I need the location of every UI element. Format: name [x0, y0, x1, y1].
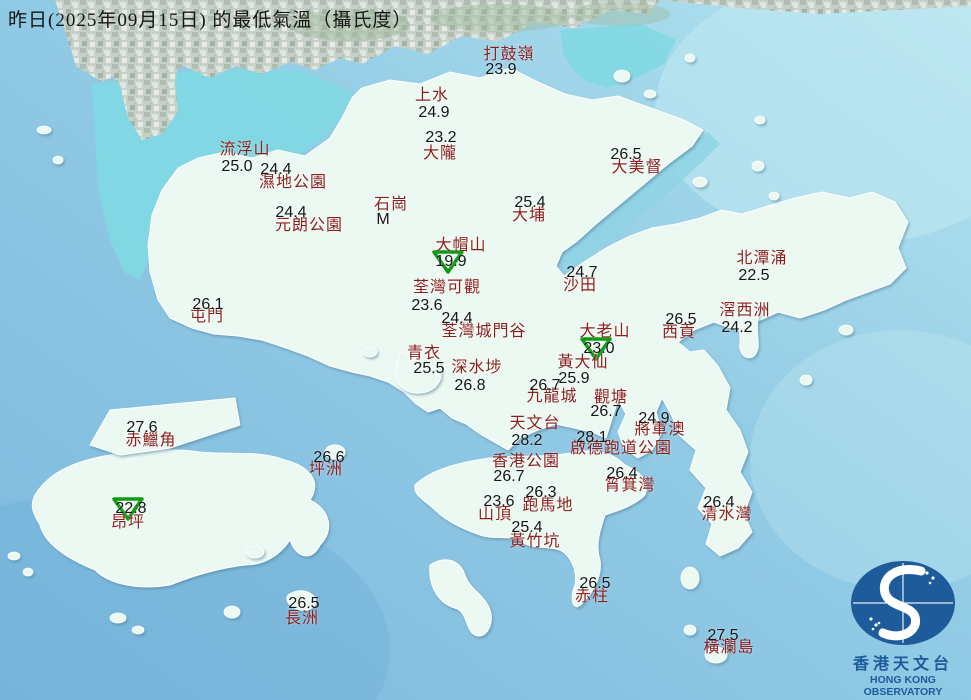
station-min-temperature: 26.4	[703, 495, 734, 511]
station-min-temperature: 22.8	[115, 501, 146, 517]
station-min-temperature: 24.4	[260, 162, 291, 178]
station-min-temperature: 24.4	[275, 205, 306, 221]
station-min-temperature: 23.6	[411, 298, 442, 314]
station-min-temperature: M	[376, 212, 389, 228]
station-name: 昂坪	[111, 515, 145, 531]
station-name: 滘西洲	[719, 303, 770, 319]
station-min-temperature: 24.7	[566, 265, 597, 281]
station-min-temperature: 27.5	[707, 628, 738, 644]
station-min-temperature: 28.2	[511, 433, 542, 449]
station-min-temperature: 22.5	[738, 268, 769, 284]
station-name: 天文台	[509, 416, 560, 432]
station-name: 荃灣可觀	[413, 280, 481, 296]
station-name: 北潭涌	[736, 251, 787, 267]
station-name: 大隴	[423, 146, 457, 162]
hko-logo-chinese-name: 香港天文台	[836, 650, 970, 674]
station-name: 黃竹坑	[509, 534, 560, 550]
station-min-temperature: 23.2	[425, 130, 456, 146]
station-name: 上水	[415, 88, 449, 104]
station-min-temperature: 26.8	[454, 378, 485, 394]
weather-map-page: 昨日(2025年09月15日) 的最低氣溫（攝氏度） 打鼓嶺23.9上水24.9…	[0, 0, 971, 700]
station-name: 大老山	[579, 324, 630, 340]
station-min-temperature: 25.9	[558, 371, 589, 387]
station-name: 長洲	[285, 611, 319, 627]
station-min-temperature: 23.6	[483, 494, 514, 510]
station-min-temperature: 24.9	[418, 105, 449, 121]
hko-logo: 香港天文台 HONG KONG OBSERVATORY	[836, 559, 970, 698]
map-title: 昨日(2025年09月15日) 的最低氣溫（攝氏度）	[8, 5, 412, 32]
station-min-temperature: 26.1	[192, 297, 223, 313]
station-labels: 打鼓嶺23.9上水24.9大隴23.2大美督26.5流浮山25.0濕地公園24.…	[0, 0, 971, 700]
station-name: 大帽山	[435, 238, 486, 254]
station-min-temperature: 24.2	[721, 320, 752, 336]
station-min-temperature: 23.9	[485, 62, 516, 78]
station-name: 深水埗	[451, 360, 502, 376]
station-min-temperature: 19.9	[435, 254, 466, 270]
hko-logo-english-name: HONG KONG OBSERVATORY	[836, 674, 970, 698]
station-min-temperature: 26.4	[606, 466, 637, 482]
station-min-temperature: 27.6	[126, 420, 157, 436]
station-min-temperature: 25.5	[413, 361, 444, 377]
station-min-temperature: 26.5	[610, 147, 641, 163]
station-min-temperature: 26.5	[665, 312, 696, 328]
station-min-temperature: 24.4	[441, 311, 472, 327]
station-name: 流浮山	[219, 142, 270, 158]
station-min-temperature: 26.6	[313, 450, 344, 466]
station-min-temperature: 26.7	[493, 469, 524, 485]
hko-logo-emblem	[847, 559, 959, 649]
station-min-temperature: 25.4	[514, 195, 545, 211]
station-min-temperature: 26.7	[590, 404, 621, 420]
station-min-temperature: 28.1	[576, 430, 607, 446]
station-min-temperature: 25.0	[221, 159, 252, 175]
station-min-temperature: 26.5	[579, 576, 610, 592]
station-min-temperature: 26.5	[288, 596, 319, 612]
station-min-temperature: 25.4	[511, 520, 542, 536]
station-min-temperature: 26.7	[529, 378, 560, 394]
station-min-temperature: 26.3	[525, 485, 556, 501]
station-min-temperature: 24.9	[638, 411, 669, 427]
station-name: 黃大仙	[557, 355, 608, 371]
